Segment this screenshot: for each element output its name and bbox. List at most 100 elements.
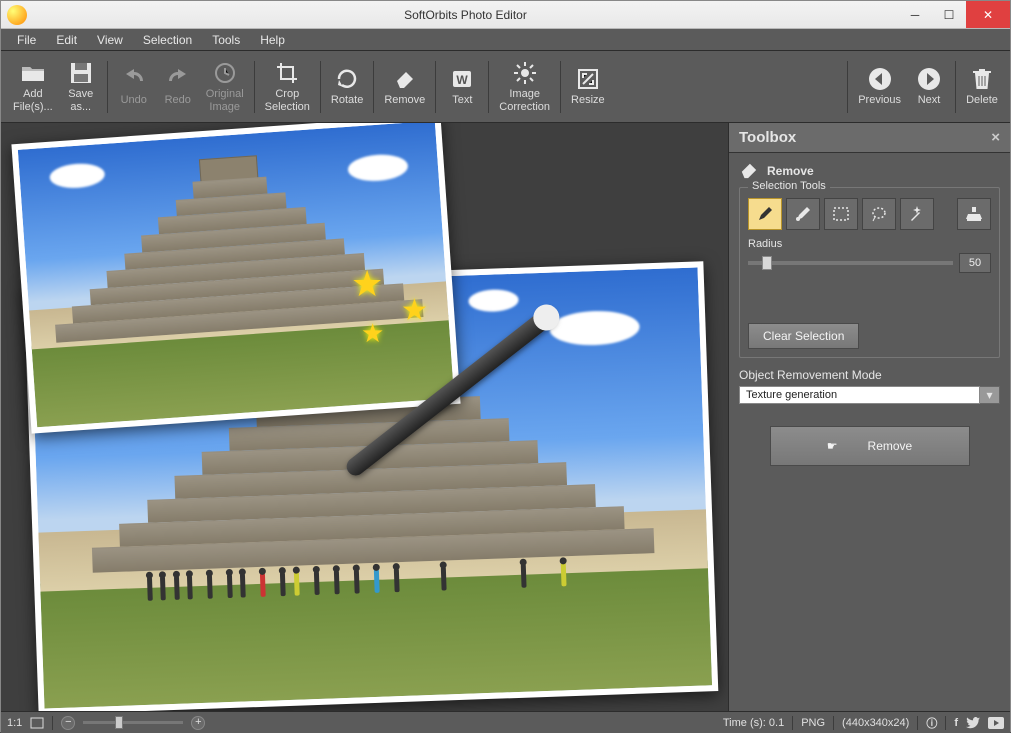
crop-button[interactable]: Crop Selection xyxy=(259,58,316,114)
remove-action-button[interactable]: ☛ Remove xyxy=(770,426,970,466)
mode-label: Object Removement Mode xyxy=(739,368,1000,382)
selection-tools-legend: Selection Tools xyxy=(748,180,830,192)
delete-label: Delete xyxy=(966,94,998,106)
folder-open-icon xyxy=(20,60,46,86)
youtube-icon[interactable] xyxy=(988,717,1004,729)
window-title: SoftOrbits Photo Editor xyxy=(33,8,898,22)
rotate-button[interactable]: Rotate xyxy=(325,64,369,108)
next-label: Next xyxy=(918,94,941,106)
resize-label: Resize xyxy=(571,94,605,106)
trash-icon xyxy=(969,66,995,92)
zoom-ratio[interactable]: 1:1 xyxy=(7,717,22,729)
fit-screen-icon[interactable] xyxy=(30,717,44,729)
info-icon[interactable]: ⓘ xyxy=(926,715,937,731)
crop-label: Crop Selection xyxy=(265,88,310,112)
menu-help[interactable]: Help xyxy=(252,31,293,49)
status-dimensions: (440x340x24) xyxy=(842,717,909,729)
photo-top xyxy=(11,123,460,434)
svg-text:W: W xyxy=(457,73,469,87)
undo-icon xyxy=(121,66,147,92)
redo-icon xyxy=(165,66,191,92)
brightness-icon xyxy=(512,60,538,86)
free-select-tool[interactable] xyxy=(786,198,820,230)
undo-label: Undo xyxy=(121,94,147,106)
toolbar: Add File(s)... Save as... Undo Redo Orig… xyxy=(1,51,1010,123)
twitter-icon[interactable] xyxy=(966,717,980,729)
toolbar-separator xyxy=(488,61,489,113)
menu-edit[interactable]: Edit xyxy=(48,31,85,49)
toolbox-close-icon[interactable]: × xyxy=(991,129,1000,146)
text-button[interactable]: W Text xyxy=(440,64,484,108)
next-button[interactable]: Next xyxy=(907,64,951,108)
radius-value[interactable]: 50 xyxy=(959,253,991,273)
previous-button[interactable]: Previous xyxy=(852,64,907,108)
save-icon xyxy=(68,60,94,86)
redo-label: Redo xyxy=(165,94,191,106)
remove-button[interactable]: Remove xyxy=(378,64,431,108)
redo-button[interactable]: Redo xyxy=(156,64,200,108)
selection-tools-group: Selection Tools Radius 50 Clear Selectio… xyxy=(739,187,1000,358)
sparkle-icon: ★ xyxy=(401,293,428,328)
toolbar-separator xyxy=(373,61,374,113)
text-label: Text xyxy=(452,94,472,106)
title-bar: SoftOrbits Photo Editor ─ ☐ ✕ xyxy=(1,1,1010,29)
sparkle-icon: ★ xyxy=(351,263,383,305)
menu-selection[interactable]: Selection xyxy=(135,31,200,49)
menu-view[interactable]: View xyxy=(89,31,131,49)
zoom-slider[interactable] xyxy=(83,721,183,724)
minimize-button[interactable]: ─ xyxy=(898,1,932,28)
sparkle-icon: ★ xyxy=(361,318,384,349)
previous-label: Previous xyxy=(858,94,901,106)
close-button[interactable]: ✕ xyxy=(966,1,1010,28)
correction-label: Image Correction xyxy=(499,88,550,112)
menu-tools[interactable]: Tools xyxy=(204,31,248,49)
toolbox-panel: Toolbox × Remove Selection Tools Radius xyxy=(728,123,1010,711)
lasso-tool[interactable] xyxy=(862,198,896,230)
rotate-icon xyxy=(334,66,360,92)
text-icon: W xyxy=(449,66,475,92)
radius-slider[interactable] xyxy=(748,261,953,265)
image-correction-button[interactable]: Image Correction xyxy=(493,58,556,114)
toolbar-separator xyxy=(435,61,436,113)
clear-selection-button[interactable]: Clear Selection xyxy=(748,323,859,349)
chevron-down-icon: ▾ xyxy=(980,386,1000,404)
toolbox-title: Toolbox xyxy=(739,129,796,146)
undo-button[interactable]: Undo xyxy=(112,64,156,108)
toolbar-separator xyxy=(560,61,561,113)
remove-btn-label: Remove xyxy=(868,439,913,453)
zoom-in-button[interactable]: + xyxy=(191,716,205,730)
toolbar-separator xyxy=(107,61,108,113)
toolbar-separator xyxy=(955,61,956,113)
clone-stamp-tool[interactable] xyxy=(957,198,991,230)
hand-point-icon: ☛ xyxy=(827,439,838,453)
marker-tool[interactable] xyxy=(748,198,782,230)
mode-dropdown[interactable]: Texture generation ▾ xyxy=(739,386,1000,404)
menu-bar: File Edit View Selection Tools Help xyxy=(1,29,1010,51)
maximize-button[interactable]: ☐ xyxy=(932,1,966,28)
mode-value: Texture generation xyxy=(739,386,980,404)
menu-file[interactable]: File xyxy=(9,31,44,49)
original-image-button[interactable]: Original Image xyxy=(200,58,250,114)
app-icon xyxy=(7,5,27,25)
add-files-label: Add File(s)... xyxy=(13,88,53,112)
radius-label: Radius xyxy=(748,238,991,250)
rect-select-tool[interactable] xyxy=(824,198,858,230)
save-as-button[interactable]: Save as... xyxy=(59,58,103,114)
delete-button[interactable]: Delete xyxy=(960,64,1004,108)
arrow-right-icon xyxy=(916,66,942,92)
add-files-button[interactable]: Add File(s)... xyxy=(7,58,59,114)
toolbar-separator xyxy=(254,61,255,113)
facebook-icon[interactable]: f xyxy=(954,717,958,729)
remove-section-title: Remove xyxy=(767,164,814,178)
arrow-left-icon xyxy=(867,66,893,92)
toolbox-header: Toolbox × xyxy=(729,123,1010,153)
toolbar-separator xyxy=(320,61,321,113)
status-bar: 1:1 − + Time (s): 0.1 PNG (440x340x24) ⓘ… xyxy=(1,711,1010,733)
crop-icon xyxy=(274,60,300,86)
status-time: Time (s): 0.1 xyxy=(723,717,784,729)
resize-button[interactable]: Resize xyxy=(565,64,611,108)
magic-wand-tool[interactable] xyxy=(900,198,934,230)
canvas-area[interactable]: ★ ★ ★ xyxy=(1,123,728,711)
rotate-label: Rotate xyxy=(331,94,363,106)
zoom-out-button[interactable]: − xyxy=(61,716,75,730)
